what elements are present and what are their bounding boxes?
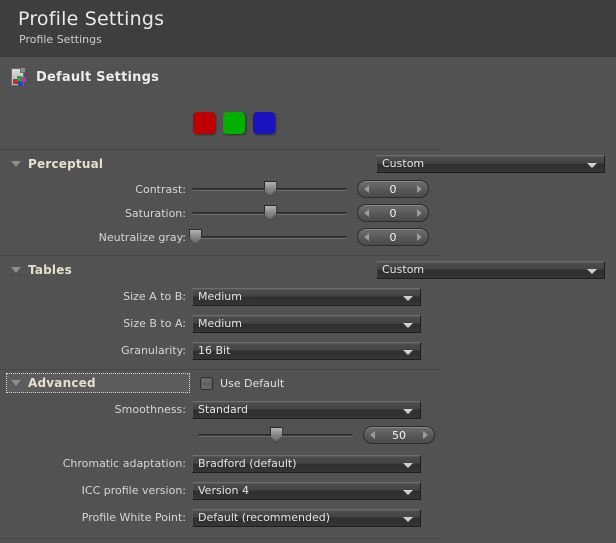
chevron-down-icon xyxy=(403,490,413,495)
perceptual-section-header-row: Perceptual Custom xyxy=(0,150,616,177)
saturation-value: 0 xyxy=(369,207,417,220)
chevron-down-icon xyxy=(403,517,413,522)
tables-section-title: Tables xyxy=(28,263,72,277)
profile-white-point-dropdown[interactable]: Default (recommended) xyxy=(192,509,421,527)
page-heading: Default Settings xyxy=(0,57,616,97)
use-default-label: Use Default xyxy=(220,377,284,390)
slider-thumb[interactable] xyxy=(264,205,277,220)
chevron-down-icon xyxy=(403,350,413,355)
advanced-section-toggle[interactable]: Advanced xyxy=(6,373,190,393)
neutralize-gray-stepper[interactable]: 0 xyxy=(357,228,429,246)
smoothness-stepper[interactable]: 50 xyxy=(363,426,435,444)
contrast-row: Contrast: 0 xyxy=(0,177,616,201)
contrast-slider[interactable] xyxy=(192,180,347,198)
chromatic-adaptation-row: Chromatic adaptation: Bradford (default) xyxy=(0,450,616,477)
chevron-down-icon xyxy=(11,380,21,386)
window-subtitle: Profile Settings xyxy=(18,32,616,47)
size-a-to-b-row: Size A to B: Medium xyxy=(0,283,616,310)
neutralize-gray-row: Neutralize gray: 0 xyxy=(0,225,616,249)
chevron-down-icon xyxy=(403,463,413,468)
profile-white-point-row: Profile White Point: Default (recommende… xyxy=(0,504,616,531)
red-swatch[interactable] xyxy=(193,112,215,134)
smoothness-dropdown[interactable]: Standard xyxy=(192,401,421,419)
size-a-to-b-value: Medium xyxy=(193,290,242,303)
window-title: Profile Settings xyxy=(18,6,616,32)
neutralize-gray-value: 0 xyxy=(369,231,417,244)
increment-icon[interactable] xyxy=(417,209,422,217)
color-swatch-row xyxy=(0,97,616,149)
neutralize-gray-slider[interactable] xyxy=(192,228,347,246)
smoothness-amount-value: 50 xyxy=(375,429,423,442)
saturation-stepper[interactable]: 0 xyxy=(357,204,429,222)
contrast-value: 0 xyxy=(369,183,417,196)
page-title: Default Settings xyxy=(36,70,159,85)
slider-track xyxy=(192,236,347,239)
slider-thumb[interactable] xyxy=(189,229,202,244)
granularity-label: Granularity: xyxy=(0,344,192,357)
icc-profile-version-dropdown[interactable]: Version 4 xyxy=(192,482,421,500)
perceptual-section-toggle[interactable]: Perceptual xyxy=(0,154,103,174)
perceptual-section-title: Perceptual xyxy=(28,157,103,171)
section-divider xyxy=(0,538,440,539)
granularity-value: 16 Bit xyxy=(193,344,230,357)
saturation-slider[interactable] xyxy=(192,204,347,222)
icc-profile-version-label: ICC profile version: xyxy=(0,484,192,497)
advanced-section-title: Advanced xyxy=(28,376,96,390)
size-a-to-b-dropdown[interactable]: Medium xyxy=(192,288,421,306)
chromatic-adaptation-label: Chromatic adaptation: xyxy=(0,457,192,470)
tables-section-toggle[interactable]: Tables xyxy=(0,260,72,280)
smoothness-value: Standard xyxy=(193,403,248,416)
size-b-to-a-row: Size B to A: Medium xyxy=(0,310,616,337)
slider-thumb[interactable] xyxy=(270,427,283,442)
perceptual-preset-value: Custom xyxy=(377,157,424,170)
contrast-label: Contrast: xyxy=(0,183,192,196)
chevron-down-icon xyxy=(403,296,413,301)
size-b-to-a-value: Medium xyxy=(193,317,242,330)
tables-preset-dropdown[interactable]: Custom xyxy=(376,261,605,279)
size-a-to-b-label: Size A to B: xyxy=(0,290,192,303)
tables-preset-value: Custom xyxy=(377,263,424,276)
perceptual-preset-dropdown[interactable]: Custom xyxy=(376,155,605,173)
smoothness-amount-row: 50 xyxy=(0,423,616,447)
use-default-checkbox-wrap[interactable]: Use Default xyxy=(200,377,284,390)
chevron-down-icon xyxy=(587,163,597,168)
smoothness-label: Smoothness: xyxy=(0,403,192,416)
tables-section-header-row: Tables Custom xyxy=(0,256,616,283)
chromatic-adaptation-value: Bradford (default) xyxy=(193,457,297,470)
size-b-to-a-label: Size B to A: xyxy=(0,317,192,330)
chevron-down-icon xyxy=(11,267,21,273)
chevron-down-icon xyxy=(403,409,413,414)
saturation-label: Saturation: xyxy=(0,207,192,220)
contrast-stepper[interactable]: 0 xyxy=(357,180,429,198)
green-swatch[interactable] xyxy=(223,112,245,134)
profile-white-point-label: Profile White Point: xyxy=(0,511,192,524)
smoothness-row: Smoothness: Standard xyxy=(0,396,616,423)
chevron-down-icon xyxy=(587,269,597,274)
increment-icon[interactable] xyxy=(423,431,428,439)
icc-profile-version-row: ICC profile version: Version 4 xyxy=(0,477,616,504)
profile-white-point-value: Default (recommended) xyxy=(193,511,330,524)
document-color-icon xyxy=(10,68,27,87)
chromatic-adaptation-dropdown[interactable]: Bradford (default) xyxy=(192,455,421,473)
chevron-down-icon xyxy=(403,323,413,328)
slider-thumb[interactable] xyxy=(264,181,277,196)
neutralize-gray-label: Neutralize gray: xyxy=(0,231,192,244)
increment-icon[interactable] xyxy=(417,185,422,193)
smoothness-slider[interactable] xyxy=(198,426,353,444)
size-b-to-a-dropdown[interactable]: Medium xyxy=(192,315,421,333)
granularity-dropdown[interactable]: 16 Bit xyxy=(192,342,421,360)
increment-icon[interactable] xyxy=(417,233,422,241)
granularity-row: Granularity: 16 Bit xyxy=(0,337,616,364)
use-default-checkbox[interactable] xyxy=(200,377,213,390)
saturation-row: Saturation: 0 xyxy=(0,201,616,225)
window-titlebar: Profile Settings Profile Settings xyxy=(0,0,616,57)
blue-swatch[interactable] xyxy=(253,112,275,134)
icc-profile-version-value: Version 4 xyxy=(193,484,249,497)
advanced-section-header-row: Advanced Use Default xyxy=(0,370,616,396)
chevron-down-icon xyxy=(11,161,21,167)
